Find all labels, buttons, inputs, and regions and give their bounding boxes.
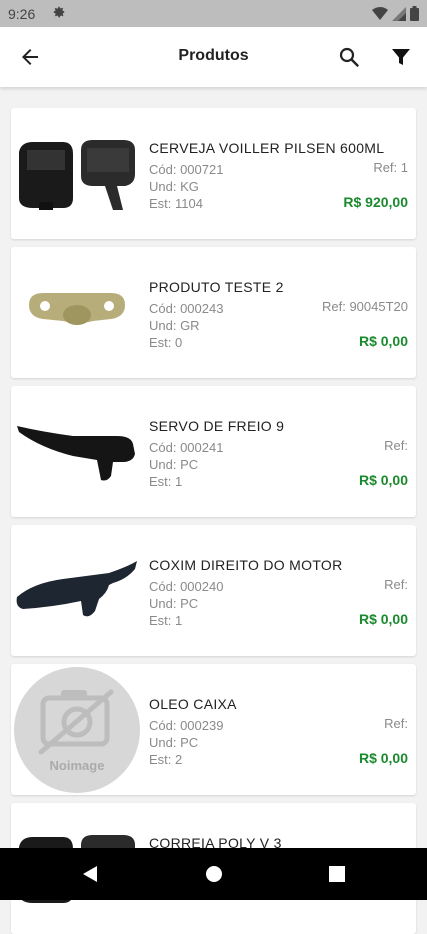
product-card[interactable]: Noimage OLEO CAIXA Cód: 000239 Und: PC E… xyxy=(11,664,416,795)
product-price: R$ 920,00 xyxy=(343,194,408,210)
product-stock: Est: 0 xyxy=(149,335,183,350)
search-icon[interactable] xyxy=(337,45,361,69)
product-image xyxy=(16,561,138,617)
product-image xyxy=(19,140,135,210)
system-nav-bar xyxy=(0,848,427,900)
nav-back-icon[interactable] xyxy=(79,863,101,885)
product-code: Cód: 000243 xyxy=(149,301,224,316)
wifi-icon xyxy=(372,6,388,20)
settings-gear-icon xyxy=(53,6,65,18)
product-code: Cód: 000721 xyxy=(149,162,224,177)
product-ref: Ref: 90045T20 xyxy=(321,299,408,314)
product-code: Cód: 000241 xyxy=(149,440,224,455)
page-title: Produtos xyxy=(178,47,249,64)
product-unit: Und: KG xyxy=(149,179,199,194)
product-unit: Und: GR xyxy=(149,318,200,333)
product-image xyxy=(29,293,125,325)
product-code: Cód: 000240 xyxy=(149,579,224,594)
product-card[interactable]: COXIM DIREITO DO MOTOR Cód: 000240 Und: … xyxy=(11,525,416,656)
status-time: 9:26 xyxy=(8,6,36,22)
noimage-label: Noimage xyxy=(49,758,105,773)
product-ref: Ref: xyxy=(384,438,408,453)
product-price: R$ 0,00 xyxy=(358,611,408,627)
product-ref: Ref: 1 xyxy=(373,160,408,175)
signal-icon xyxy=(392,6,406,21)
product-stock: Est: 1 xyxy=(149,613,183,628)
nav-home-icon[interactable] xyxy=(203,863,225,885)
product-card[interactable]: CERVEJA VOILLER PILSEN 600ML Cód: 000721… xyxy=(11,108,416,239)
product-card[interactable]: SERVO DE FREIO 9 Cód: 000241 Und: PC Est… xyxy=(11,386,416,517)
app-bar: Produtos xyxy=(0,27,427,87)
product-name: OLEO CAIXA xyxy=(149,696,237,712)
nav-recents-icon[interactable] xyxy=(326,863,348,885)
product-name: PRODUTO TESTE 2 xyxy=(149,279,284,295)
status-bar: 9:26 xyxy=(0,0,427,27)
product-price: R$ 0,00 xyxy=(358,333,408,349)
product-price: R$ 0,00 xyxy=(358,750,408,766)
filter-icon[interactable] xyxy=(389,45,413,69)
product-stock: Est: 1 xyxy=(149,474,183,489)
product-unit: Und: PC xyxy=(149,457,199,472)
noimage-placeholder xyxy=(14,667,140,793)
product-image xyxy=(17,426,135,481)
product-unit: Und: PC xyxy=(149,735,199,750)
product-stock: Est: 1104 xyxy=(149,196,203,211)
product-name: SERVO DE FREIO 9 xyxy=(149,418,285,434)
product-code: Cód: 000239 xyxy=(149,718,224,733)
product-name: CERVEJA VOILLER PILSEN 600ML xyxy=(149,140,385,156)
product-card[interactable]: PRODUTO TESTE 2 Cód: 000243 Und: GR Est:… xyxy=(11,247,416,378)
product-ref: Ref: xyxy=(384,716,408,731)
product-stock: Est: 2 xyxy=(149,752,183,767)
battery-icon xyxy=(410,6,419,21)
product-ref: Ref: xyxy=(384,577,408,592)
product-price: R$ 0,00 xyxy=(358,472,408,488)
product-name: COXIM DIREITO DO MOTOR xyxy=(149,557,343,573)
product-unit: Und: PC xyxy=(149,596,199,611)
